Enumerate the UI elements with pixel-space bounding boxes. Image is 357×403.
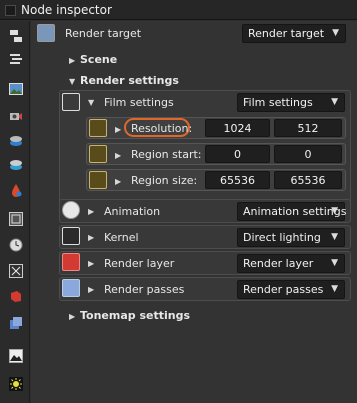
kernel-node-icon	[62, 227, 80, 245]
chevron-down-icon: ▼	[331, 258, 338, 268]
render-settings-label[interactable]: Render settings	[80, 74, 179, 87]
kernel-expand-arrow[interactable]: ▶	[88, 233, 94, 242]
film-settings-value: Film settings	[243, 96, 313, 109]
kernel-label: Kernel	[104, 231, 139, 244]
resolution-x-input[interactable]: 1024	[205, 119, 270, 137]
region-size-node-icon	[89, 171, 107, 189]
region-size-expand-arrow[interactable]: ▶	[115, 177, 121, 186]
region-size-x-input[interactable]: 65536	[205, 171, 270, 189]
render-passes-dropdown[interactable]: Render passes ▼	[237, 280, 345, 299]
render-passes-value: Render passes	[243, 283, 324, 296]
animation-expand-arrow[interactable]: ▶	[88, 207, 94, 216]
render-target-icon	[37, 24, 55, 42]
animation-dropdown[interactable]: Animation settings ▼	[237, 202, 346, 221]
render-target-row: Render target Render target ▼	[31, 22, 357, 46]
scene-expand-arrow[interactable]: ▶	[69, 56, 75, 65]
chevron-down-icon: ▼	[331, 97, 338, 107]
render-passes-expand-arrow[interactable]: ▶	[88, 285, 94, 294]
image-output-icon[interactable]	[9, 349, 23, 363]
render-target-dropdown[interactable]: Render target ▼	[242, 24, 346, 43]
image-icon[interactable]	[9, 82, 23, 96]
render-layer-node-icon	[62, 253, 80, 271]
kernel-dropdown[interactable]: Direct lighting ▼	[237, 228, 345, 247]
inspector-panel: Render target Render target ▼ ▶ Scene ▼ …	[31, 21, 357, 403]
material-icon[interactable]	[9, 133, 23, 147]
window-icon	[5, 5, 16, 16]
region-start-node-icon	[89, 145, 107, 163]
resolution-node-icon	[89, 119, 107, 137]
region-start-label: Region start:	[131, 148, 202, 161]
node-list-icon[interactable]	[9, 52, 23, 66]
chevron-down-icon: ▼	[331, 206, 338, 216]
node-graph-icon[interactable]	[9, 29, 23, 43]
kernel-icon[interactable]	[9, 264, 23, 278]
film-settings-node-icon	[62, 93, 80, 111]
color-picker-icon[interactable]	[9, 183, 23, 197]
render-passes-node-icon	[62, 279, 80, 297]
chevron-down-icon: ▼	[331, 232, 338, 242]
render-layer-icon[interactable]	[9, 289, 23, 303]
region-start-y-input[interactable]: 0	[274, 145, 342, 163]
render-layer-label: Render layer	[104, 257, 175, 270]
scene-label[interactable]: Scene	[80, 53, 117, 66]
film-settings-label: Film settings	[104, 96, 174, 109]
animation-label: Animation	[104, 205, 161, 218]
region-size-y-input[interactable]: 65536	[274, 171, 342, 189]
resolution-label: Resolution:	[131, 122, 193, 135]
light-icon[interactable]	[9, 377, 23, 391]
resolution-y-input[interactable]: 512	[274, 119, 342, 137]
kernel-value: Direct lighting	[243, 231, 321, 244]
tonemap-label[interactable]: Tonemap settings	[80, 309, 190, 322]
region-start-expand-arrow[interactable]: ▶	[115, 151, 121, 160]
region-size-label: Region size:	[131, 174, 198, 187]
film-settings-collapse-arrow[interactable]: ▼	[88, 98, 94, 107]
render-layer-value: Render layer	[243, 257, 314, 270]
render-passes-label: Render passes	[104, 283, 185, 296]
render-settings-collapse-arrow[interactable]: ▼	[69, 77, 75, 86]
film-settings-icon[interactable]	[9, 212, 23, 226]
left-toolbar	[0, 21, 30, 403]
render-layer-expand-arrow[interactable]: ▶	[88, 259, 94, 268]
chevron-down-icon: ▼	[332, 28, 339, 38]
title-bar: Node inspector	[0, 0, 357, 20]
resolution-expand-arrow[interactable]: ▶	[115, 125, 121, 134]
render-target-value: Render target	[248, 27, 325, 40]
window-title: Node inspector	[21, 3, 112, 17]
texture-icon[interactable]	[9, 157, 23, 171]
film-settings-dropdown[interactable]: Film settings ▼	[237, 93, 345, 112]
chevron-down-icon: ▼	[331, 284, 338, 294]
render-passes-icon[interactable]	[9, 316, 23, 330]
animation-node-icon	[62, 201, 80, 219]
region-start-x-input[interactable]: 0	[205, 145, 270, 163]
animation-icon[interactable]	[9, 238, 23, 252]
camera-icon[interactable]	[9, 109, 23, 123]
render-layer-dropdown[interactable]: Render layer ▼	[237, 254, 345, 273]
render-target-label: Render target	[65, 27, 142, 40]
tonemap-expand-arrow[interactable]: ▶	[69, 312, 75, 321]
